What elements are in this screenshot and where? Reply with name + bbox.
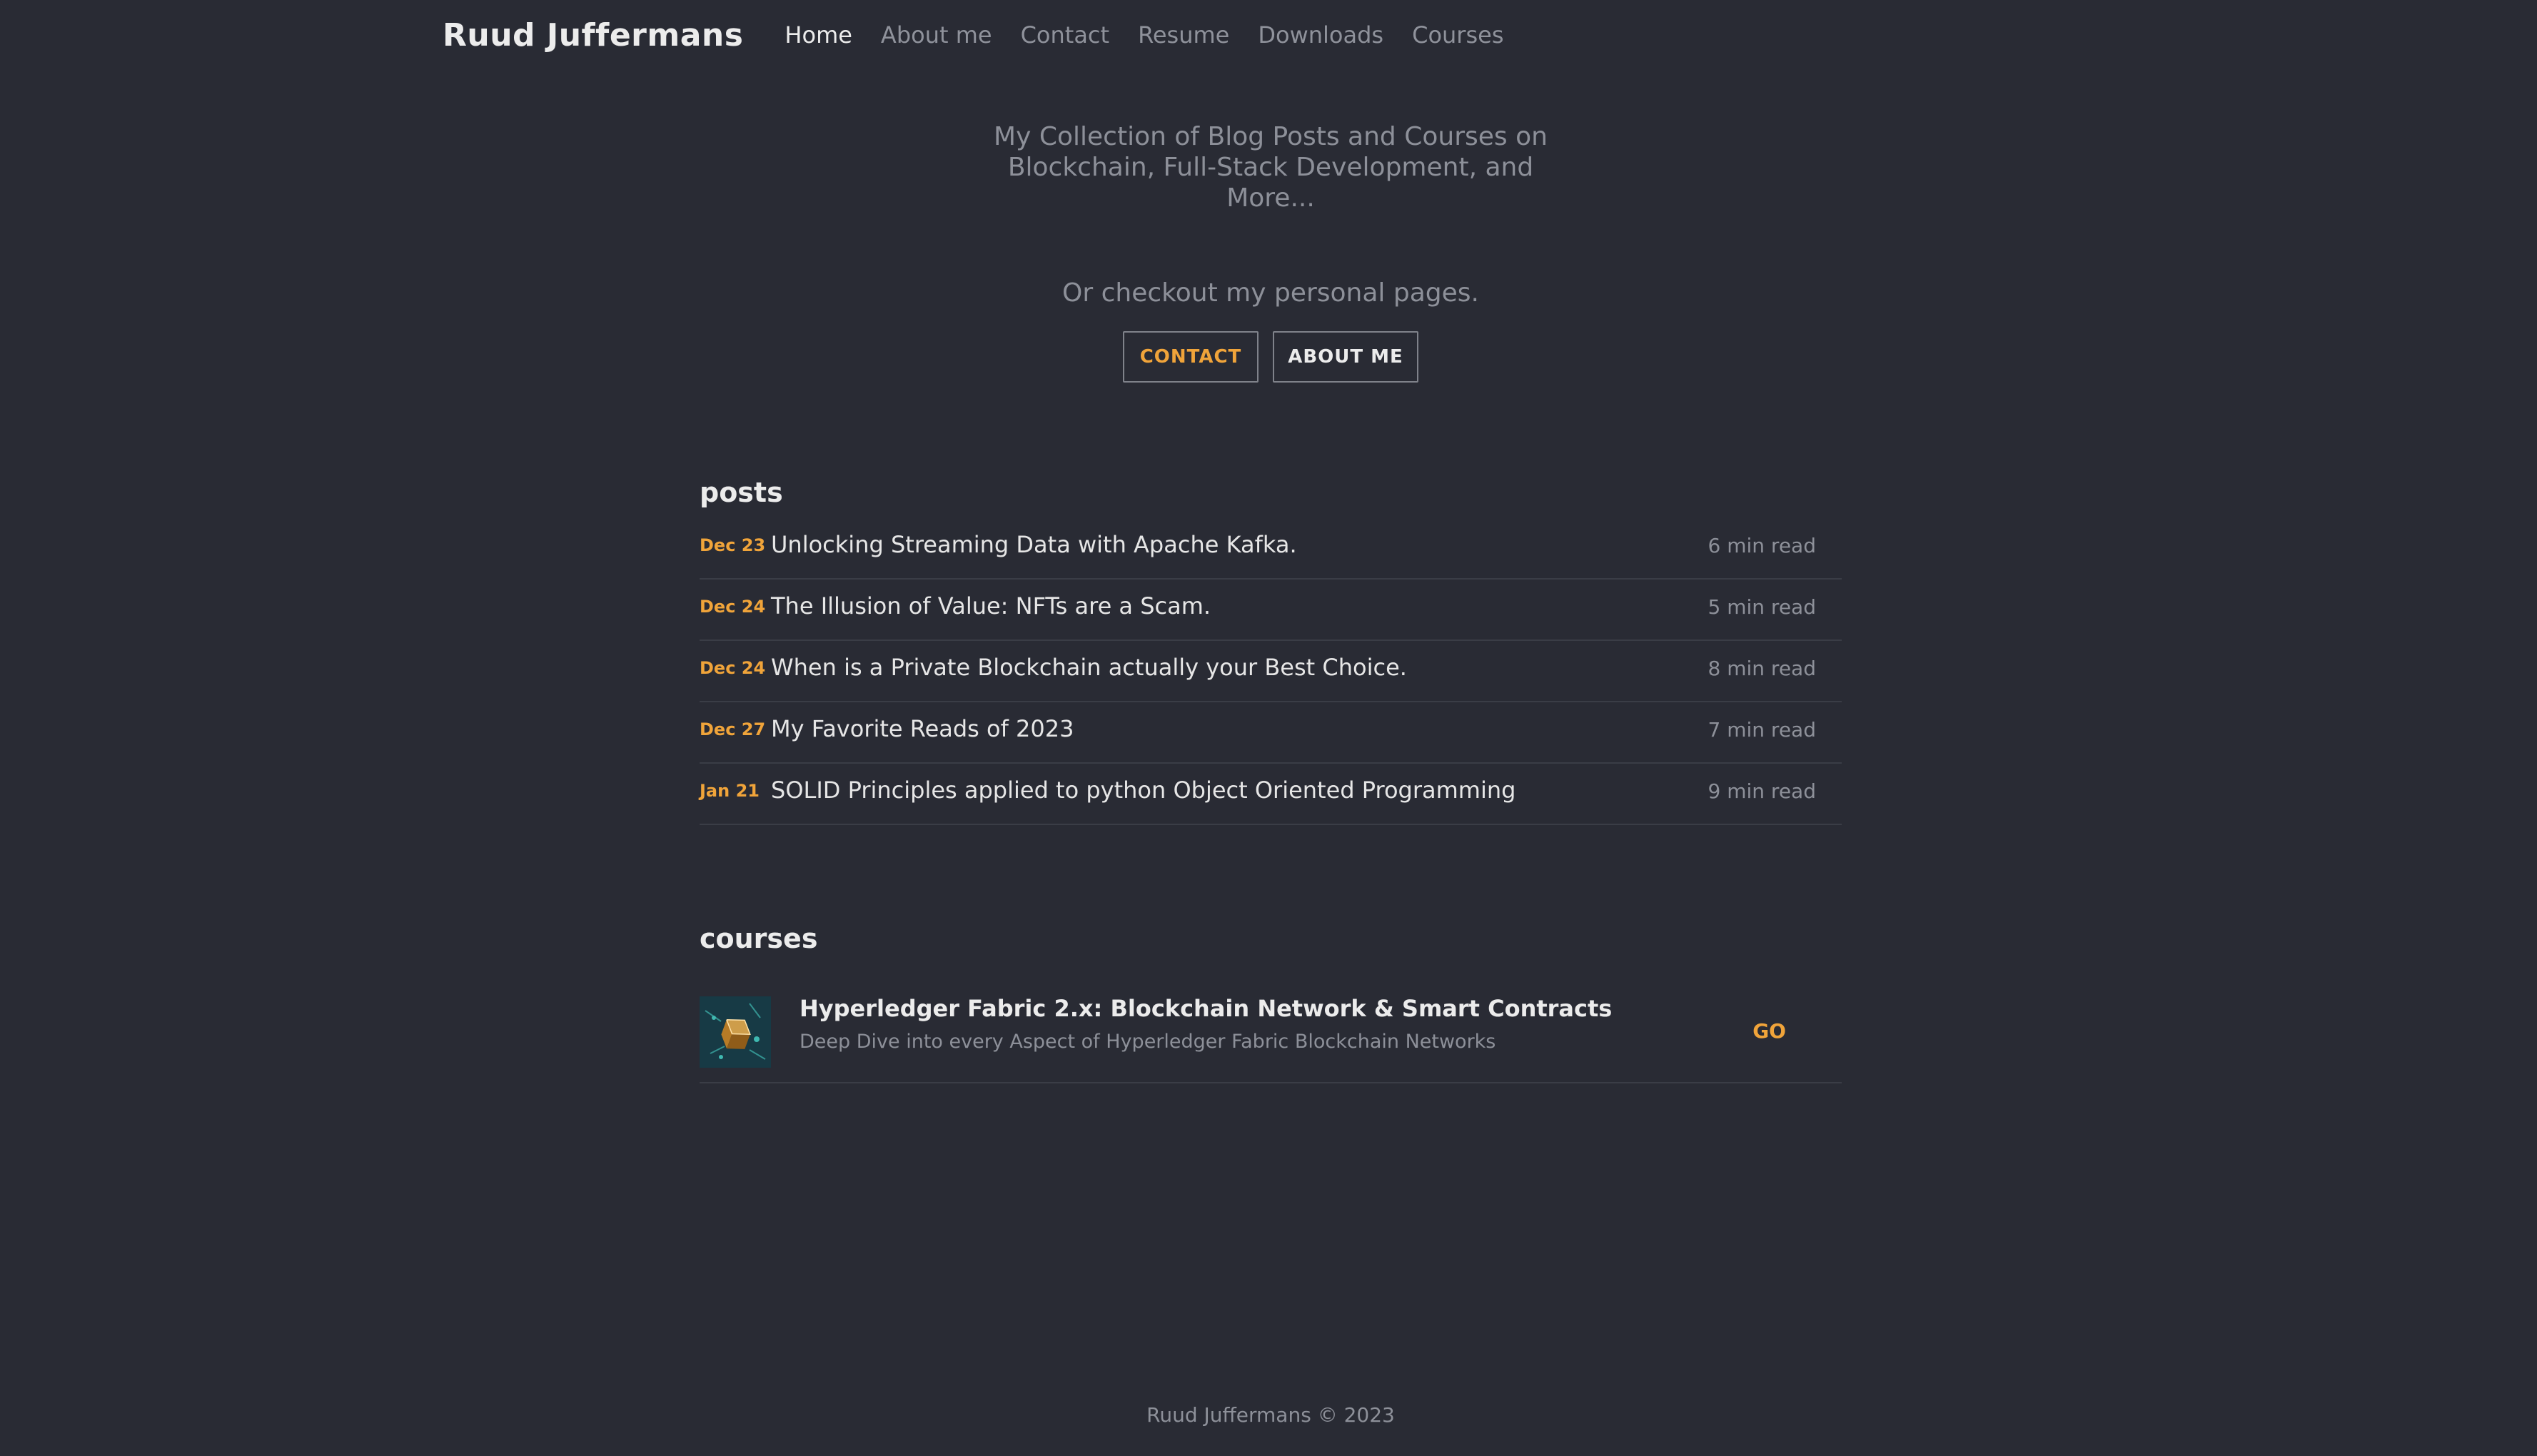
post-date: Dec 27: [700, 719, 766, 739]
post-title-link[interactable]: My Favorite Reads of 2023: [771, 715, 1074, 742]
blockchain-cube-icon[interactable]: [700, 996, 771, 1068]
nav-courses[interactable]: Courses: [1412, 21, 1503, 49]
post-title-link[interactable]: Unlocking Streaming Data with Apache Kaf…: [771, 531, 1297, 558]
hero-tagline: My Collection of Blog Posts and Courses …: [994, 122, 1548, 213]
post-title-link[interactable]: When is a Private Blockchain actually yo…: [771, 654, 1407, 681]
post-read-time: 8 min read: [1708, 657, 1816, 680]
nav-about-me[interactable]: About me: [881, 21, 992, 49]
post-date: Dec 24: [700, 597, 766, 617]
main-nav: Home About me Contact Resume Downloads C…: [785, 21, 1503, 49]
post-row: Dec 27 My Favorite Reads of 2023 7 min r…: [700, 702, 1842, 764]
course-go-link[interactable]: GO: [1752, 1019, 1786, 1043]
post-date: Dec 24: [700, 658, 766, 678]
contact-button[interactable]: CONTACT: [1123, 331, 1259, 383]
post-row: Dec 24 The Illusion of Value: NFTs are a…: [700, 580, 1842, 641]
personal-pages-text: Or checkout my personal pages.: [1062, 278, 1479, 308]
nav-downloads[interactable]: Downloads: [1258, 21, 1383, 49]
courses-heading: courses: [700, 923, 818, 954]
post-title-link[interactable]: SOLID Principles applied to python Objec…: [771, 777, 1515, 804]
post-read-time: 5 min read: [1708, 595, 1816, 619]
post-read-time: 9 min read: [1708, 779, 1816, 803]
post-row: Jan 21 SOLID Principles applied to pytho…: [700, 764, 1842, 825]
post-date: Dec 23: [700, 535, 766, 555]
nav-contact[interactable]: Contact: [1021, 21, 1110, 49]
course-title-link[interactable]: Hyperledger Fabric 2.x: Blockchain Netwo…: [800, 995, 1612, 1022]
site-brand[interactable]: Ruud Juffermans: [443, 17, 743, 54]
post-row: Dec 23 Unlocking Streaming Data with Apa…: [700, 518, 1842, 580]
page: Ruud Juffermans Home About me Contact Re…: [0, 0, 2537, 1456]
posts-list: Dec 23 Unlocking Streaming Data with Apa…: [700, 518, 1842, 825]
about-me-button[interactable]: ABOUT ME: [1273, 331, 1418, 383]
course-description: Deep Dive into every Aspect of Hyperledg…: [800, 1031, 1496, 1053]
post-row: Dec 24 When is a Private Blockchain actu…: [700, 641, 1842, 702]
course-row: Hyperledger Fabric 2.x: Blockchain Netwo…: [700, 995, 1842, 1083]
footer-copyright: Ruud Juffermans © 2023: [1146, 1403, 1395, 1427]
post-read-time: 7 min read: [1708, 718, 1816, 742]
post-read-time: 6 min read: [1708, 534, 1816, 557]
post-title-link[interactable]: The Illusion of Value: NFTs are a Scam.: [771, 592, 1211, 620]
post-date: Jan 21: [700, 781, 760, 801]
site-header: Ruud Juffermans Home About me Contact Re…: [443, 13, 1503, 57]
nav-home[interactable]: Home: [785, 21, 852, 49]
posts-heading: posts: [700, 477, 783, 508]
nav-resume[interactable]: Resume: [1138, 21, 1229, 49]
